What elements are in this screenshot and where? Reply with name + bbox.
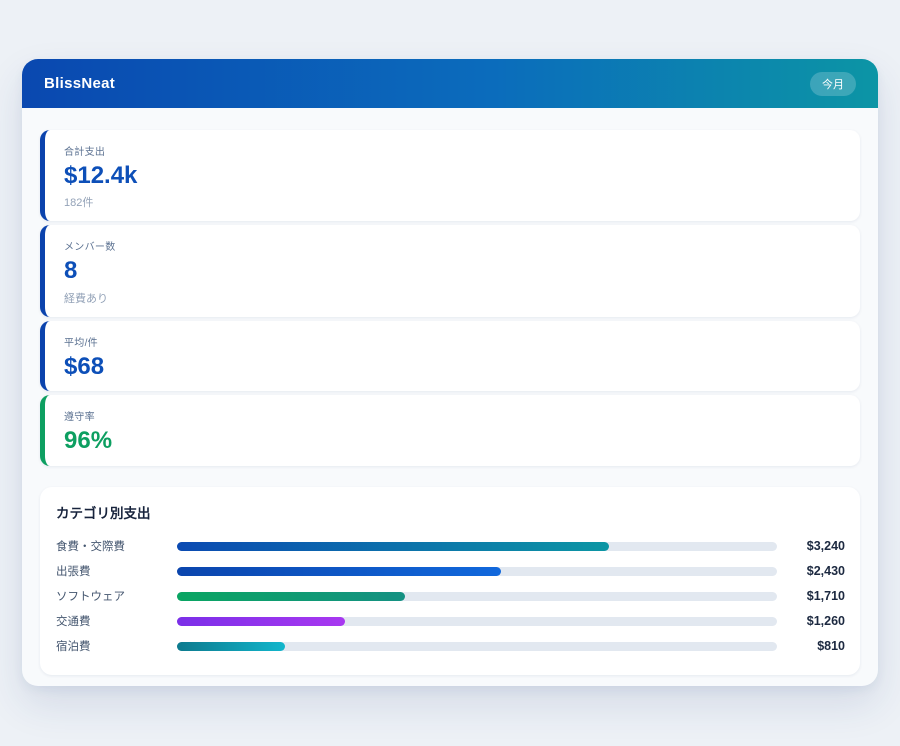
dashboard-container: BlissNeat 今月 合計支出 $12.4k 182件 メンバー数 8 経費… [22,59,878,686]
stat-card-average-per-item: 平均/件 $68 [40,321,860,391]
bar-track [177,592,777,601]
category-row: 出張費 $2,430 [56,559,845,584]
bar-fill [177,642,285,651]
category-row: 交通費 $1,260 [56,609,845,634]
stat-label: 遵守率 [64,408,841,423]
dashboard-content: 合計支出 $12.4k 182件 メンバー数 8 経費あり 平均/件 $68 遵… [22,108,878,675]
category-value: $1,710 [787,589,845,603]
bar-fill [177,592,405,601]
category-value: $2,430 [787,564,845,578]
stat-label: 平均/件 [64,334,841,349]
stat-sub: 182件 [64,194,841,210]
stat-value: $68 [64,354,841,380]
stat-label: メンバー数 [64,238,841,253]
app-header: BlissNeat 今月 [22,59,878,108]
bar-fill [177,567,501,576]
bar-track [177,567,777,576]
category-card-title: カテゴリ別支出 [56,502,845,522]
category-value: $810 [787,639,845,653]
category-label: 交通費 [56,613,177,629]
category-spend-card: カテゴリ別支出 食費・交際費 $3,240 出張費 $2,430 ソフトウェア [40,487,860,675]
category-value: $3,240 [787,539,845,553]
category-row: 宿泊費 $810 [56,634,845,659]
stat-card-total-spend: 合計支出 $12.4k 182件 [40,130,860,221]
stat-value: $12.4k [64,163,841,189]
stat-value: 8 [64,258,841,284]
bar-track [177,642,777,651]
stat-sub: 経費あり [64,290,841,306]
category-label: 出張費 [56,563,177,579]
category-label: 宿泊費 [56,638,177,654]
category-row: 食費・交際費 $3,240 [56,534,845,559]
stat-label: 合計支出 [64,143,841,158]
category-value: $1,260 [787,614,845,628]
stat-card-member-count: メンバー数 8 経費あり [40,225,860,316]
category-label: ソフトウェア [56,588,177,604]
bar-track [177,617,777,626]
category-label: 食費・交際費 [56,538,177,554]
app-title: BlissNeat [44,75,115,92]
stat-card-compliance-rate: 遵守率 96% [40,395,860,465]
bar-fill [177,542,609,551]
bar-fill [177,617,345,626]
bar-track [177,542,777,551]
category-row: ソフトウェア $1,710 [56,584,845,609]
period-badge[interactable]: 今月 [810,72,856,96]
stat-value: 96% [64,428,841,454]
